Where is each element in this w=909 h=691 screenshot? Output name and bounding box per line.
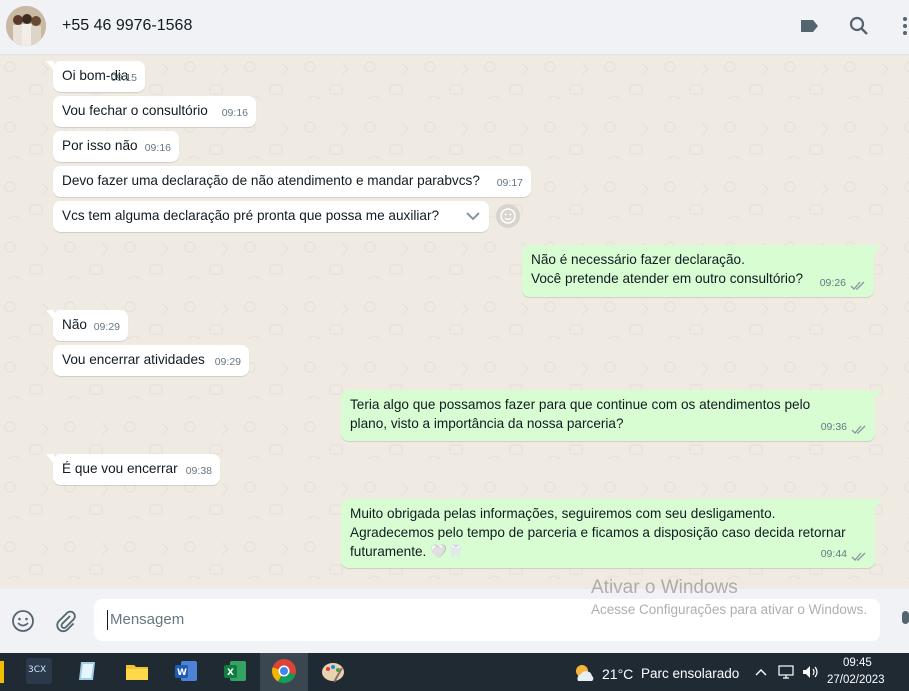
message-time: 09:38 bbox=[185, 465, 212, 477]
file-explorer-icon[interactable] bbox=[124, 658, 150, 684]
word-icon[interactable]: W bbox=[173, 658, 199, 684]
windows-activation-title: Ativar o Windows bbox=[591, 577, 738, 598]
message-bubble-outgoing[interactable]: Muito obrigada pelas informações, seguir… bbox=[341, 499, 882, 568]
chevron-up-icon[interactable] bbox=[755, 667, 767, 677]
message-text: Muito obrigada pelas informações, seguir… bbox=[350, 506, 846, 559]
app-notebook-icon[interactable] bbox=[75, 658, 101, 684]
attach-icon[interactable] bbox=[53, 609, 77, 633]
emoji-react-icon bbox=[500, 208, 516, 224]
message-text: Por isso não bbox=[62, 138, 138, 153]
clock-time[interactable]: 09:45 bbox=[843, 657, 872, 669]
message-time: 09:29 bbox=[214, 356, 241, 368]
message-bubble-incoming[interactable]: Vou fechar o consultório 09:16 bbox=[53, 96, 256, 127]
message-text: Devo fazer uma declaração de não atendim… bbox=[62, 173, 480, 188]
message-text: Vcs tem alguma declaração pré pronta que… bbox=[62, 208, 440, 223]
app-3cx-icon[interactable]: 3CX bbox=[26, 658, 52, 684]
chat-area[interactable]: Oi bom-dia 09:15 Vou fechar o consultóri… bbox=[0, 55, 909, 589]
message-text: É que vou encerrar bbox=[62, 461, 178, 476]
paint-icon[interactable] bbox=[320, 658, 346, 684]
svg-text:X: X bbox=[227, 668, 234, 678]
react-button[interactable] bbox=[496, 204, 520, 228]
composer-bar: Mensagem bbox=[0, 589, 909, 653]
chat-header: +55 46 9976-1568 bbox=[0, 0, 909, 55]
network-icon[interactable] bbox=[777, 664, 795, 680]
message-bubble-incoming[interactable]: Por isso não 09:16 bbox=[53, 131, 179, 162]
message-time: 09:36 bbox=[820, 421, 847, 433]
message-time: 09:15 bbox=[110, 72, 137, 84]
message-time: 09:29 bbox=[93, 321, 120, 333]
contact-avatar[interactable] bbox=[6, 6, 46, 46]
message-bubble-outgoing[interactable]: Não é necessário fazer declaração. Você … bbox=[522, 245, 881, 297]
message-bubble-incoming[interactable]: Vou encerrar atividades 09:29 bbox=[53, 345, 249, 376]
message-bubble-incoming[interactable]: Não 09:29 bbox=[46, 310, 128, 341]
svg-text:W: W bbox=[177, 668, 187, 678]
weather-icon[interactable] bbox=[572, 661, 596, 683]
message-text: Vou fechar o consultório bbox=[62, 103, 208, 118]
message-text: Não bbox=[62, 317, 87, 332]
message-bubble-incoming[interactable]: Vcs tem alguma declaração pré pronta que… bbox=[53, 201, 489, 232]
weather-condition: Parc ensolarado bbox=[641, 666, 740, 681]
emoji-icon[interactable] bbox=[11, 609, 35, 633]
read-ticks-icon bbox=[851, 552, 866, 561]
search-icon[interactable] bbox=[849, 16, 869, 36]
message-bubble-incoming[interactable]: Oi bom-dia 09:15 bbox=[46, 61, 145, 92]
chevron-down-icon[interactable] bbox=[465, 211, 481, 221]
message-text: Vou encerrar atividades bbox=[62, 352, 205, 367]
message-bubble-outgoing[interactable]: Teria algo que possamos fazer para que c… bbox=[341, 390, 882, 441]
app-3cx-label: 3CX bbox=[28, 665, 47, 675]
volume-icon[interactable] bbox=[801, 664, 819, 680]
excel-icon[interactable]: X bbox=[222, 658, 248, 684]
message-bubble-incoming[interactable]: Devo fazer uma declaração de não atendim… bbox=[53, 166, 531, 197]
message-text: Não é necessário fazer declaração. Você … bbox=[531, 252, 804, 286]
taskbar-edge-app[interactable] bbox=[0, 661, 4, 683]
message-bubble-incoming[interactable]: É que vou encerrar 09:38 bbox=[46, 454, 220, 485]
message-time: 09:44 bbox=[820, 548, 847, 560]
windows-activation-subtitle: Acesse Configurações para ativar o Windo… bbox=[591, 602, 868, 617]
contact-name[interactable]: +55 46 9976-1568 bbox=[62, 17, 192, 35]
message-time: 09:16 bbox=[144, 142, 171, 154]
label-icon[interactable] bbox=[799, 17, 819, 35]
message-time: 09:26 bbox=[819, 277, 846, 289]
message-placeholder: Mensagem bbox=[110, 611, 185, 628]
message-time: 09:17 bbox=[496, 177, 523, 189]
microphone-icon[interactable] bbox=[898, 609, 909, 633]
windows-taskbar: 3CX W X 21°C Parc ensolarado 09:45 27/02… bbox=[0, 653, 909, 691]
chrome-icon[interactable] bbox=[271, 658, 297, 684]
text-caret bbox=[107, 610, 108, 630]
read-ticks-icon bbox=[850, 281, 865, 290]
message-time: 09:16 bbox=[221, 107, 248, 119]
message-text: Teria algo que possamos fazer para que c… bbox=[350, 397, 811, 431]
weather-temperature: 21°C bbox=[602, 666, 634, 682]
read-ticks-icon bbox=[851, 425, 866, 434]
clock-date[interactable]: 27/02/2023 bbox=[827, 674, 885, 686]
avatar-photo bbox=[6, 6, 46, 46]
menu-icon[interactable] bbox=[901, 16, 909, 36]
